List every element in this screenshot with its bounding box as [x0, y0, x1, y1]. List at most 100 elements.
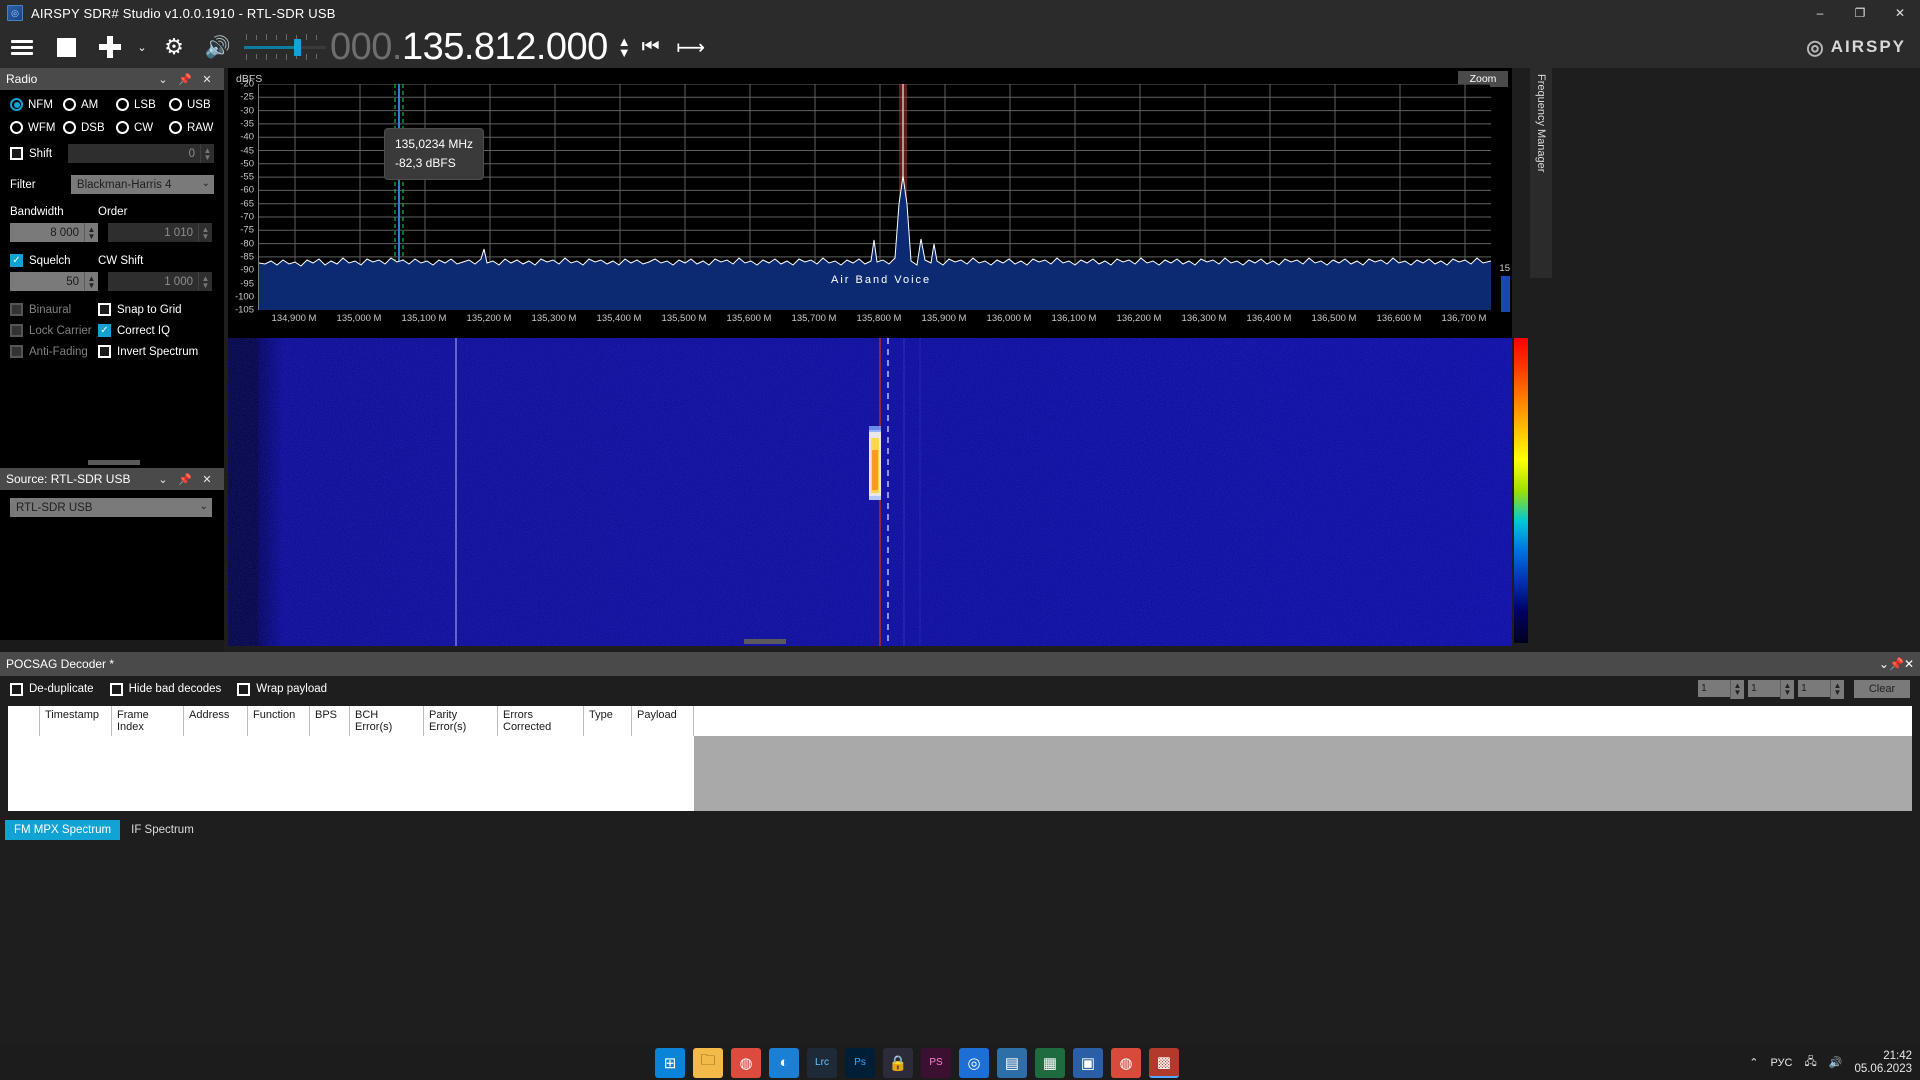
edge-icon[interactable]: ◐ [769, 1048, 799, 1078]
photoshop-alt-icon[interactable]: PS [921, 1048, 951, 1078]
pin-icon[interactable]: 📌 [174, 473, 196, 486]
language-indicator[interactable]: РУС [1770, 1057, 1792, 1069]
mode-radio-usb[interactable]: USB [169, 98, 222, 111]
mode-radio-cw[interactable]: CW [116, 121, 169, 134]
gear-icon[interactable]: ⚙ [152, 26, 196, 68]
counter-3-stepper[interactable]: ▲▼ [1830, 680, 1844, 699]
shift-checkbox[interactable] [10, 147, 23, 160]
network-icon[interactable]: 🖧 [1804, 1053, 1816, 1072]
waterfall-resize-grip[interactable] [744, 639, 786, 644]
column-header-function[interactable]: Function [248, 706, 310, 736]
mode-radio-nfm[interactable]: NFM [10, 98, 63, 111]
counter-2-input[interactable]: 1 [1748, 680, 1780, 697]
frequency-display[interactable]: 000.135.812.000 [330, 26, 608, 69]
photos-icon[interactable]: ▣ [1073, 1048, 1103, 1078]
close-icon[interactable]: ✕ [1904, 657, 1914, 671]
column-header-timestamp[interactable]: Timestamp [40, 706, 112, 736]
lock-carrier-checkbox[interactable] [10, 324, 23, 337]
order-stepper[interactable]: ▲▼ [198, 223, 212, 242]
source-device-select[interactable]: RTL-SDR USB ⌄ [10, 498, 212, 517]
volume-thumb[interactable] [294, 39, 301, 56]
column-header-frame-index[interactable]: Frame Index [112, 706, 184, 736]
wrap-payload-checkbox[interactable] [237, 683, 250, 696]
column-header-select[interactable] [8, 706, 40, 736]
snap-to-grid-checkbox[interactable] [98, 303, 111, 316]
speaker-icon[interactable]: 🔊 [196, 26, 240, 68]
mode-radio-wfm[interactable]: WFM [10, 121, 63, 134]
mode-radio-raw[interactable]: RAW [169, 121, 222, 134]
lock-icon[interactable]: 🔒 [883, 1048, 913, 1078]
cw-shift-input[interactable]: 1 000 [108, 272, 198, 291]
order-input[interactable]: 1 010 [108, 223, 198, 242]
chrome-icon[interactable]: ◍ [731, 1048, 761, 1078]
close-icon[interactable]: ✕ [196, 73, 218, 86]
sdr-sharp-icon[interactable]: ▩ [1149, 1048, 1179, 1078]
spectrum-analyzer[interactable]: Zoom dBFS -20-25-30 -35-40-45 -50-55-60 … [228, 68, 1512, 338]
waterfall-display[interactable] [228, 338, 1512, 646]
close-button[interactable]: ✕ [1880, 0, 1920, 26]
radio-panel-scrollbar[interactable] [88, 460, 140, 465]
chevron-down-icon[interactable]: ⌄ [1879, 657, 1889, 671]
correct-iq-checkbox[interactable]: ✓ [98, 324, 111, 337]
chrome-alt-icon[interactable]: ◍ [1111, 1048, 1141, 1078]
shift-value-input[interactable]: 0 [68, 144, 200, 163]
mode-radio-lsb[interactable]: LSB [116, 98, 169, 111]
mode-radio-am[interactable]: AM [63, 98, 116, 111]
bandwidth-input[interactable]: 8 000 [10, 223, 84, 242]
counter-3-input[interactable]: 1 [1798, 680, 1830, 697]
excel-icon[interactable]: ▦ [1035, 1048, 1065, 1078]
maximize-button[interactable]: ❐ [1840, 0, 1880, 26]
windows-start-icon[interactable]: ⊞ [655, 1048, 685, 1078]
counter-2-stepper[interactable]: ▲▼ [1780, 680, 1794, 699]
clear-button[interactable]: Clear [1854, 680, 1910, 698]
column-header-bch-errors[interactable]: BCH Error(s) [350, 706, 424, 736]
opera-icon[interactable]: ◎ [959, 1048, 989, 1078]
hide-bad-decodes-checkbox[interactable] [110, 683, 123, 696]
squelch-input[interactable]: 50 [10, 272, 84, 291]
column-header-payload[interactable]: Payload [632, 706, 694, 736]
binaural-checkbox[interactable] [10, 303, 23, 316]
file-explorer-icon[interactable]: 🗀 [693, 1048, 723, 1078]
pin-icon[interactable]: 📌 [1889, 657, 1904, 671]
column-header-errors-corrected[interactable]: Errors Corrected [498, 706, 584, 736]
filter-select[interactable]: Blackman-Harris 4 ⌄ [71, 175, 214, 194]
volume-icon[interactable]: 🔊 [1829, 1056, 1843, 1069]
center-tune-icon[interactable]: ⏮ [631, 26, 671, 68]
counter-1-input[interactable]: 1 [1698, 680, 1730, 697]
tab-if-spectrum[interactable]: IF Spectrum [122, 820, 203, 840]
plus-icon[interactable] [88, 26, 132, 68]
squelch-stepper[interactable]: ▲▼ [84, 272, 98, 291]
taskbar-clock[interactable]: 21:42 05.06.2023 [1854, 1050, 1912, 1076]
de-duplicate-checkbox[interactable] [10, 683, 23, 696]
column-header-parity-errors[interactable]: Parity Error(s) [424, 706, 498, 736]
minimize-button[interactable]: – [1800, 0, 1840, 26]
chevron-down-icon[interactable]: ⌄ [132, 41, 152, 54]
chevron-down-icon[interactable]: ⌄ [152, 73, 174, 86]
tab-fm-mpx-spectrum[interactable]: FM MPX Spectrum [5, 820, 120, 840]
squelch-checkbox[interactable]: ✓ [10, 254, 23, 267]
counter-1-stepper[interactable]: ▲▼ [1730, 680, 1744, 699]
stop-square-icon[interactable] [44, 26, 88, 68]
chevron-up-icon[interactable]: ⌃ [1749, 1056, 1758, 1069]
invert-spectrum-checkbox[interactable] [98, 345, 111, 358]
calculator-icon[interactable]: ▤ [997, 1048, 1027, 1078]
column-header-type[interactable]: Type [584, 706, 632, 736]
column-header-address[interactable]: Address [184, 706, 248, 736]
shift-stepper[interactable]: ▲▼ [200, 144, 214, 163]
photoshop-icon[interactable]: Ps [845, 1048, 875, 1078]
anti-fading-checkbox[interactable] [10, 345, 23, 358]
hamburger-menu-icon[interactable] [0, 26, 44, 68]
volume-slider[interactable] [244, 32, 326, 62]
cw-shift-stepper[interactable]: ▲▼ [198, 272, 212, 291]
frequency-manager-tab[interactable]: Frequency Manager [1530, 68, 1552, 278]
bandwidth-stepper[interactable]: ▲▼ [84, 223, 98, 242]
span-icon[interactable]: ⟼ [671, 26, 711, 68]
spectrum-plot[interactable]: Air Band Voice [258, 84, 1490, 310]
updown-arrows-icon[interactable]: ▲▼ [618, 36, 631, 58]
close-icon[interactable]: ✕ [196, 473, 218, 486]
lightroom-icon[interactable]: Lrc [807, 1048, 837, 1078]
chevron-down-icon[interactable]: ⌄ [152, 473, 174, 486]
pin-icon[interactable]: 📌 [174, 73, 196, 86]
column-header-bps[interactable]: BPS [310, 706, 350, 736]
mode-radio-dsb[interactable]: DSB [63, 121, 116, 134]
